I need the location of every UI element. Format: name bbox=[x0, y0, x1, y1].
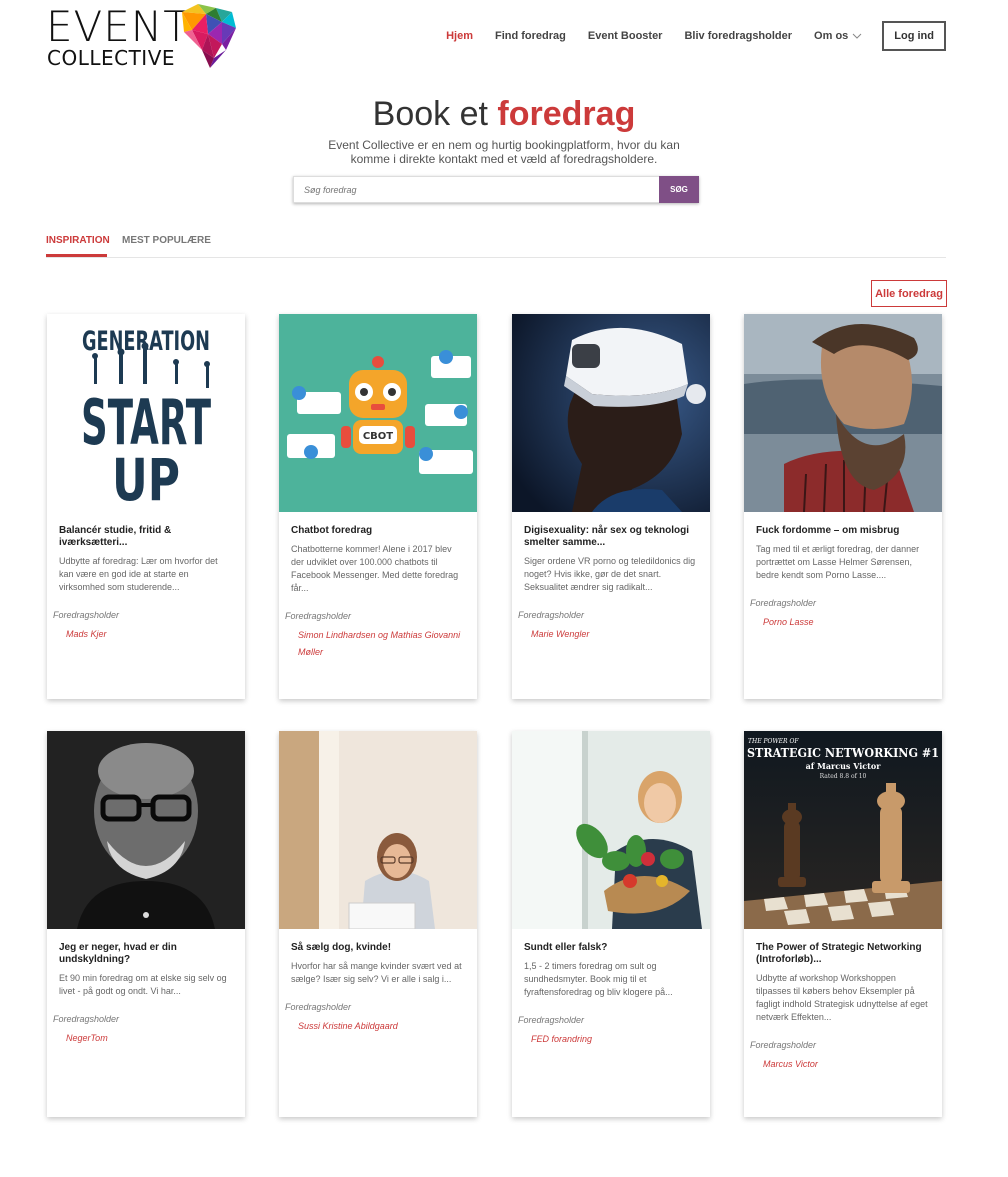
talk-card[interactable]: Digisexuality: når sex og teknologi smel… bbox=[512, 314, 710, 699]
image-line2: STRATEGIC NETWORKING #1 bbox=[747, 746, 939, 760]
image-line1: THE POWER OF bbox=[748, 738, 799, 745]
hero-subtitle: Event Collective er en nem og hurtig boo… bbox=[0, 138, 1008, 166]
talk-description: Et 90 min foredrag om at elske sig selv … bbox=[59, 973, 227, 996]
talk-title[interactable]: Fuck fordomme – om misbrug bbox=[756, 525, 930, 537]
speaker-label: Foredragsholder bbox=[285, 611, 352, 621]
speaker-name[interactable]: NegerTom bbox=[66, 1030, 245, 1047]
talk-title[interactable]: Sundt eller falsk? bbox=[524, 942, 698, 954]
talk-image bbox=[47, 731, 245, 929]
search-input[interactable] bbox=[293, 176, 659, 203]
talk-title[interactable]: Jeg er neger, hvad er din undskyldning? bbox=[59, 942, 233, 966]
speaker-label: Foredragsholder bbox=[53, 1014, 120, 1024]
brand-line2: COLLECTIVE bbox=[47, 46, 176, 70]
nav-event-booster[interactable]: Event Booster bbox=[588, 30, 663, 42]
speaker-label: Foredragsholder bbox=[285, 1002, 352, 1012]
talk-image bbox=[744, 314, 942, 512]
talk-image bbox=[279, 731, 477, 929]
title-accent: foredrag bbox=[497, 95, 636, 133]
speaker-label: Foredragsholder bbox=[750, 1040, 817, 1050]
talk-card[interactable]: THE POWER OF STRATEGIC NETWORKING #1 af … bbox=[744, 731, 942, 1117]
speaker-name[interactable]: Porno Lasse bbox=[763, 614, 942, 631]
talk-card[interactable]: Så sælg dog, kvinde! Hvorfor har så mang… bbox=[279, 731, 477, 1117]
nav-find-talks[interactable]: Find foredrag bbox=[495, 30, 566, 42]
speaker-name[interactable]: Marie Wengler bbox=[531, 626, 710, 643]
tab-most-popular[interactable]: MEST POPULÆRE bbox=[122, 235, 211, 246]
chatbot-image: CBOT bbox=[279, 314, 477, 512]
nav-about-label: Om os bbox=[814, 30, 849, 42]
brand-line1: EVENT bbox=[46, 2, 190, 51]
speaker-label: Foredragsholder bbox=[750, 598, 817, 608]
main-nav: Hjem Find foredrag Event Booster Bliv fo… bbox=[424, 0, 946, 72]
speaker-name[interactable]: Marcus Victor bbox=[763, 1056, 942, 1073]
talk-image: GENERATION START UP bbox=[47, 314, 245, 512]
talk-description: Siger ordene VR porno og teledildonics d… bbox=[524, 556, 696, 592]
talk-image bbox=[512, 731, 710, 929]
speaker-name[interactable]: Sussi Kristine Abildgaard bbox=[298, 1018, 477, 1035]
image-cbot-label: CBOT bbox=[363, 431, 393, 442]
tab-inspiration[interactable]: INSPIRATION bbox=[46, 235, 110, 246]
nav-home[interactable]: Hjem bbox=[446, 30, 473, 42]
woman-laptop-image bbox=[279, 731, 477, 929]
speaker-name[interactable]: Simon Lindhardsen og Mathias Giovanni Mø… bbox=[298, 627, 477, 661]
gem-logo-icon bbox=[182, 4, 236, 68]
tab-bar: INSPIRATION MEST POPULÆRE bbox=[46, 226, 946, 258]
subtitle-line2: komme i direkte kontakt med et væld af f… bbox=[350, 152, 658, 166]
talk-description: Udbytte af workshop Workshoppen tilpasse… bbox=[756, 973, 928, 1022]
image-line4: Rated 8.8 of 10 bbox=[820, 773, 867, 780]
chevron-down-icon bbox=[852, 33, 862, 39]
talk-card[interactable]: CBOT Chatbot foredrag Chatbotterne komme… bbox=[279, 314, 477, 699]
subtitle-line1: Event Collective er en nem og hurtig boo… bbox=[328, 138, 680, 152]
talk-card[interactable]: Fuck fordomme – om misbrug Tag med til e… bbox=[744, 314, 942, 699]
nav-about[interactable]: Om os bbox=[814, 30, 862, 42]
search-button[interactable]: SØG bbox=[659, 176, 699, 203]
talk-description: Chatbotterne kommer! Alene i 2017 blev d… bbox=[291, 544, 459, 593]
woman-vegetables-image bbox=[512, 731, 710, 929]
tab-active-indicator bbox=[46, 254, 107, 257]
talk-card[interactable]: Jeg er neger, hvad er din undskyldning? … bbox=[47, 731, 245, 1117]
talk-description: Tag med til et ærligt foredrag, der dann… bbox=[756, 544, 920, 580]
talk-image bbox=[512, 314, 710, 512]
bearded-man-image bbox=[744, 314, 942, 512]
talk-image: CBOT bbox=[279, 314, 477, 512]
page-title: Book et foredrag bbox=[0, 95, 1008, 134]
speaker-label: Foredragsholder bbox=[518, 1015, 585, 1025]
generation-startup-image: GENERATION START UP bbox=[47, 314, 245, 512]
talk-image: THE POWER OF STRATEGIC NETWORKING #1 af … bbox=[744, 731, 942, 929]
speaker-label: Foredragsholder bbox=[518, 610, 585, 620]
image-line3: UP bbox=[112, 446, 180, 512]
login-button[interactable]: Log ind bbox=[882, 21, 946, 51]
man-glasses-portrait-image bbox=[47, 731, 245, 929]
image-line3: af Marcus Victor bbox=[806, 761, 882, 771]
speaker-name[interactable]: FED forandring bbox=[531, 1031, 710, 1048]
speaker-name[interactable]: Mads Kjer bbox=[66, 626, 245, 643]
talk-title[interactable]: The Power of Strategic Networking (Intro… bbox=[756, 942, 930, 966]
all-talks-button[interactable]: Alle foredrag bbox=[871, 280, 947, 307]
speaker-label: Foredragsholder bbox=[53, 610, 120, 620]
vr-headset-image bbox=[512, 314, 710, 512]
search-bar: SØG bbox=[293, 176, 699, 203]
talk-description: Udbytte af foredrag: Lær om hvorfor det … bbox=[59, 556, 218, 592]
talk-title[interactable]: Balancér studie, fritid & iværksætteri..… bbox=[59, 525, 233, 549]
brand-logo[interactable]: EVENT COLLECTIVE bbox=[46, 4, 238, 70]
talk-title[interactable]: Så sælg dog, kvinde! bbox=[291, 942, 465, 954]
talk-title[interactable]: Chatbot foredrag bbox=[291, 525, 465, 537]
talk-description: Hvorfor har så mange kvinder svært ved a… bbox=[291, 961, 462, 984]
talk-description: 1,5 - 2 timers foredrag om sult og sundh… bbox=[524, 961, 673, 997]
nav-become-speaker[interactable]: Bliv foredragsholder bbox=[684, 30, 792, 42]
talk-card[interactable]: Sundt eller falsk? 1,5 - 2 timers foredr… bbox=[512, 731, 710, 1117]
chess-networking-image: THE POWER OF STRATEGIC NETWORKING #1 af … bbox=[744, 731, 942, 929]
talk-title[interactable]: Digisexuality: når sex og teknologi smel… bbox=[524, 525, 698, 549]
title-plain: Book et bbox=[372, 95, 488, 133]
talk-card[interactable]: GENERATION START UP Balancér studie, fri… bbox=[47, 314, 245, 699]
